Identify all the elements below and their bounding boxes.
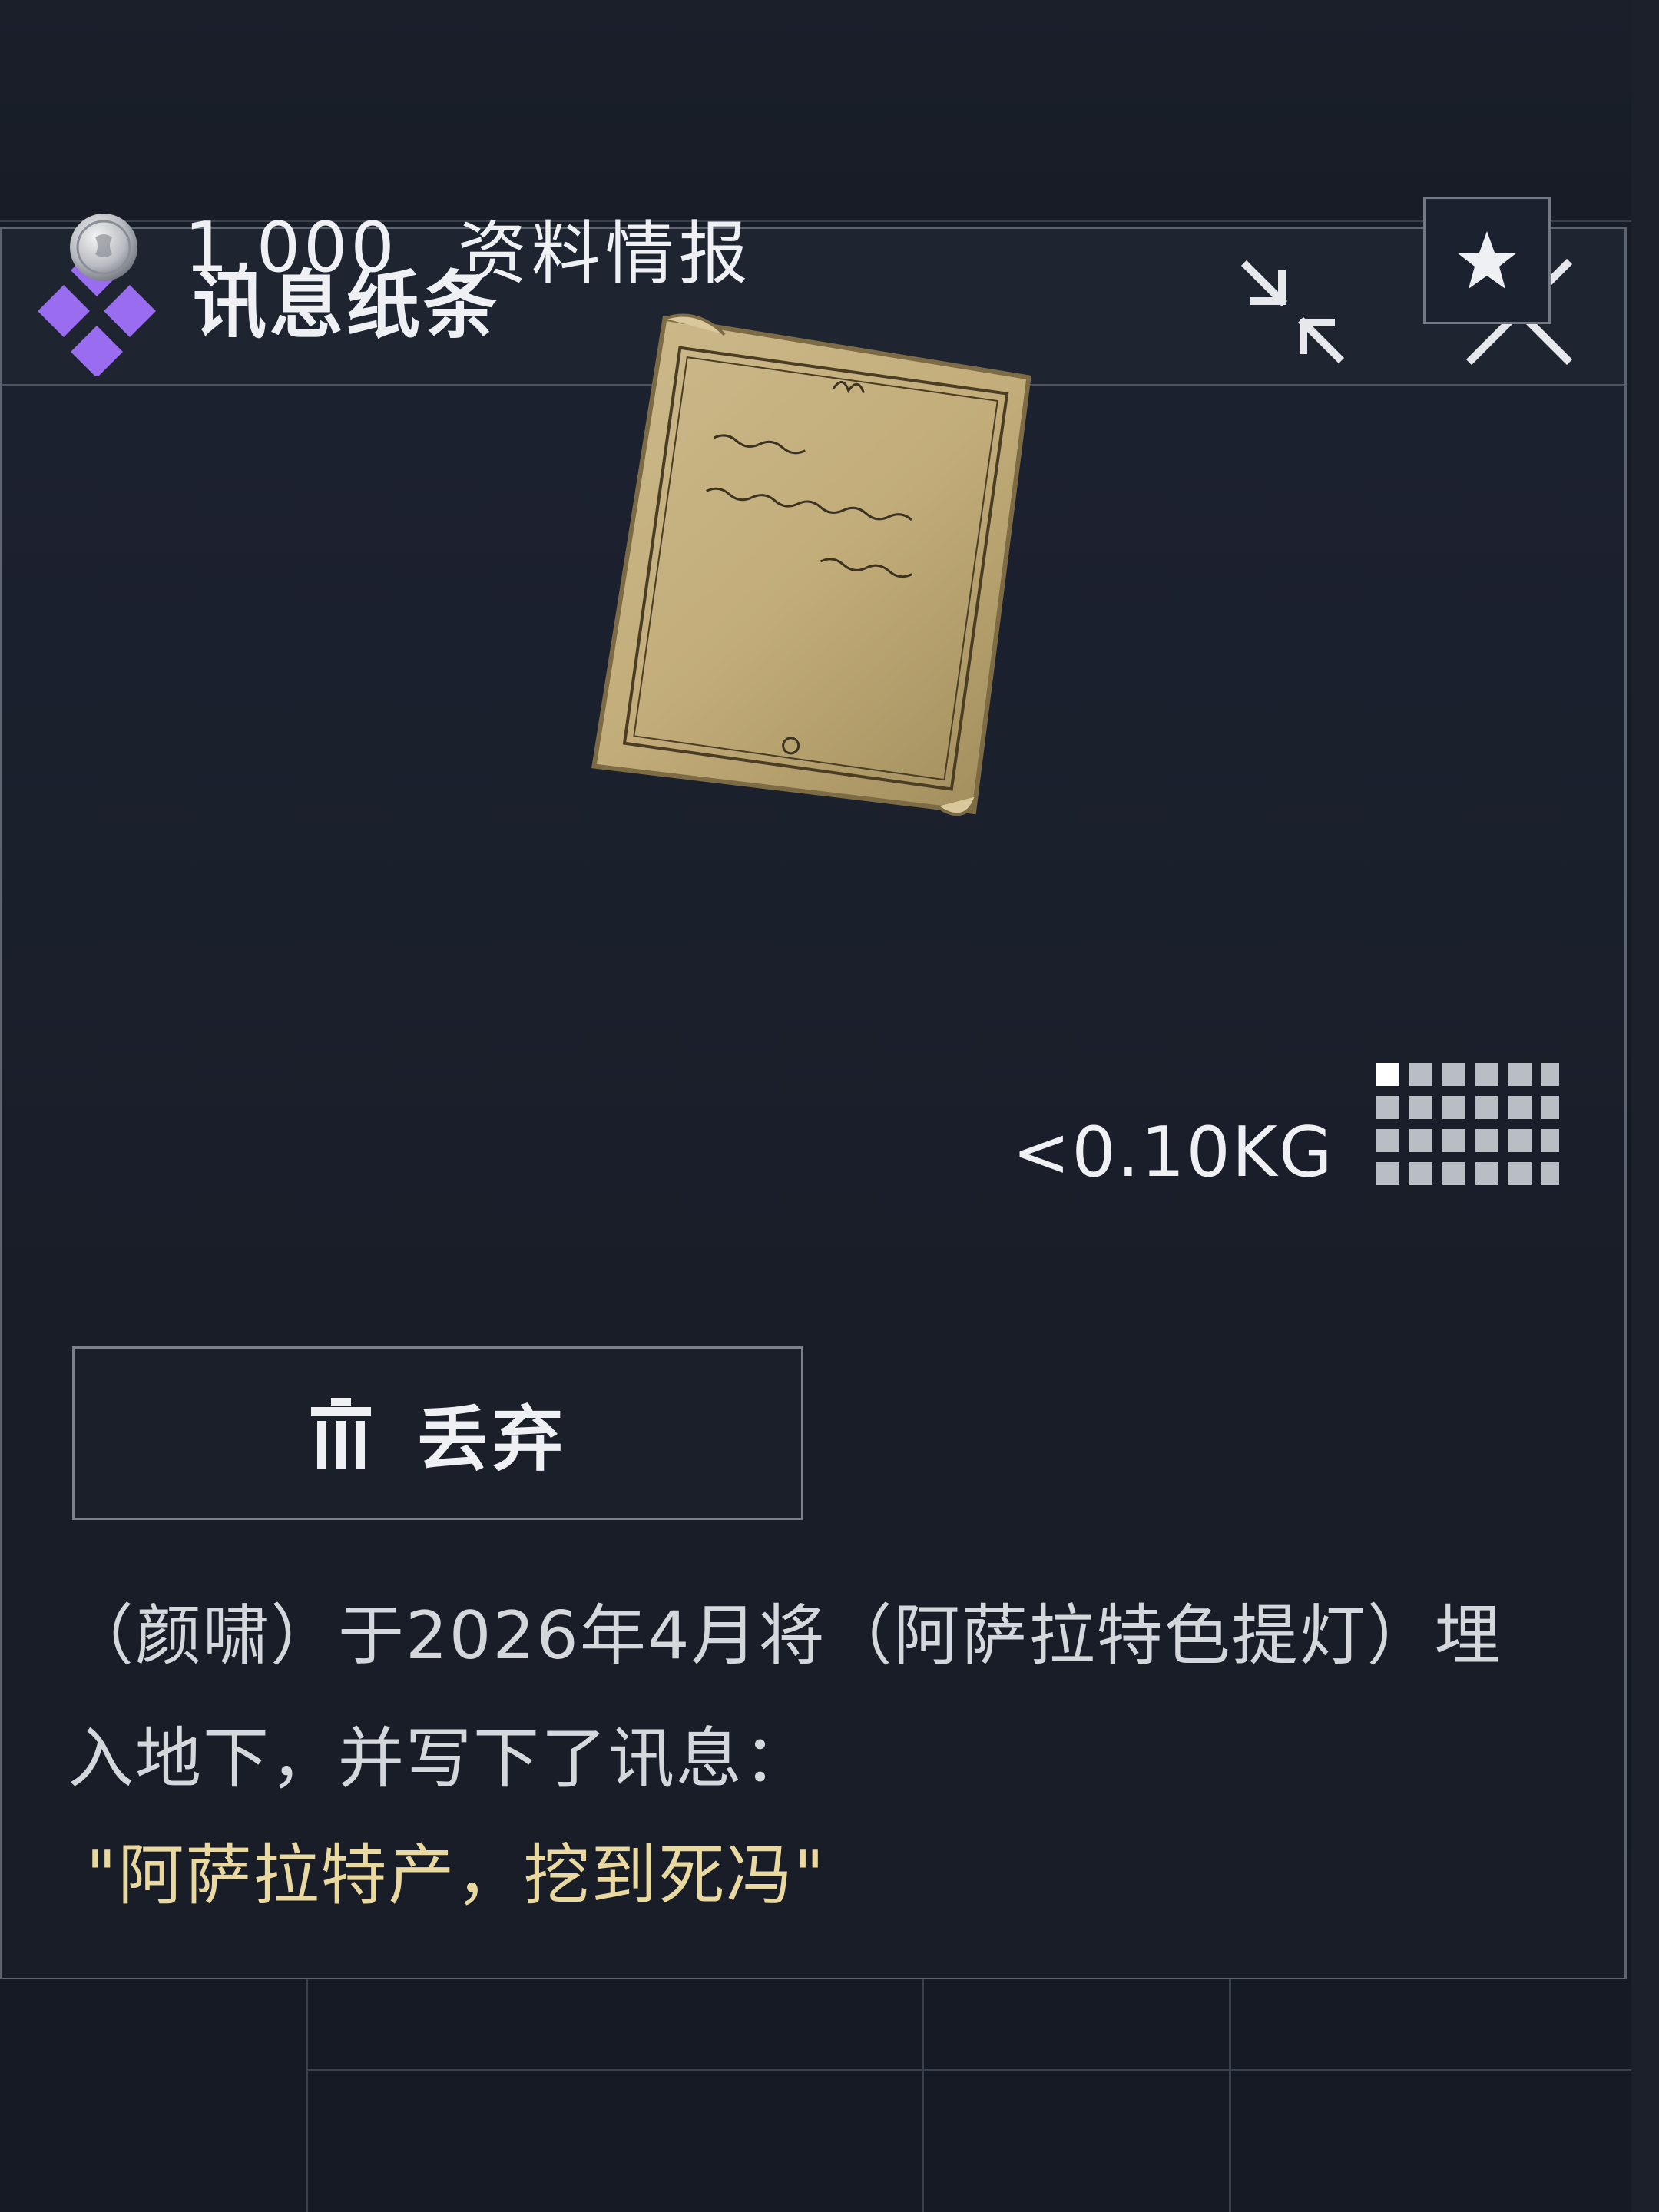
- item-description: （颜啸）于2026年4月将（阿萨拉特色提灯）埋入地下，并写下了讯息：: [68, 1598, 1502, 1797]
- trash-icon: [310, 1398, 371, 1469]
- grid-cell: [1442, 1129, 1465, 1152]
- item-size-grid: [1376, 1063, 1559, 1185]
- grid-cell: [1409, 1162, 1432, 1185]
- grid-cell: [1409, 1063, 1432, 1086]
- grid-cell: [1442, 1162, 1465, 1185]
- background-side-panel: [1631, 0, 1659, 2212]
- grid-cell: [1475, 1129, 1498, 1152]
- collapse-arrows-icon[interactable]: [1231, 250, 1354, 373]
- grid-cell: [1442, 1063, 1465, 1086]
- grid-cell: [1475, 1063, 1498, 1086]
- favorite-button[interactable]: [1423, 197, 1551, 324]
- grid-cell: [1541, 1063, 1559, 1086]
- item-category: 资料情报: [457, 214, 753, 294]
- background-divider: [1229, 1979, 1231, 2212]
- grid-cell: [1409, 1129, 1432, 1152]
- grid-cell: [1508, 1063, 1532, 1086]
- grid-cell: [1475, 1096, 1498, 1119]
- grid-cell: [1442, 1096, 1465, 1119]
- discard-label: 丢弃: [416, 1398, 568, 1481]
- price-row: 1,000 资料情报: [68, 201, 753, 294]
- grid-cell: [1475, 1162, 1498, 1185]
- star-icon: [1457, 231, 1517, 289]
- background-divider: [306, 2069, 1659, 2071]
- grid-cell: [1376, 1096, 1399, 1119]
- background-divider: [922, 1979, 924, 2212]
- grid-cell: [1508, 1096, 1532, 1119]
- grid-cell: [1508, 1162, 1532, 1185]
- grid-cell: [1508, 1129, 1532, 1152]
- grid-cell: [1376, 1129, 1399, 1152]
- message-note-image: [591, 313, 1031, 816]
- grid-cell: [1376, 1162, 1399, 1185]
- grid-cell: [1409, 1096, 1432, 1119]
- grid-cell: [1376, 1063, 1399, 1086]
- weight-label: <0.10KG: [1012, 1112, 1334, 1193]
- grid-cell: [1541, 1162, 1559, 1185]
- item-quote: "阿萨拉特产，挖到死冯": [86, 1837, 826, 1914]
- grid-cell: [1541, 1096, 1559, 1119]
- grid-cell: [1541, 1129, 1559, 1152]
- background-divider: [306, 1979, 308, 2212]
- discard-button[interactable]: 丢弃: [72, 1346, 803, 1520]
- price-value: 1,000: [184, 207, 398, 288]
- coin-icon: [70, 214, 137, 281]
